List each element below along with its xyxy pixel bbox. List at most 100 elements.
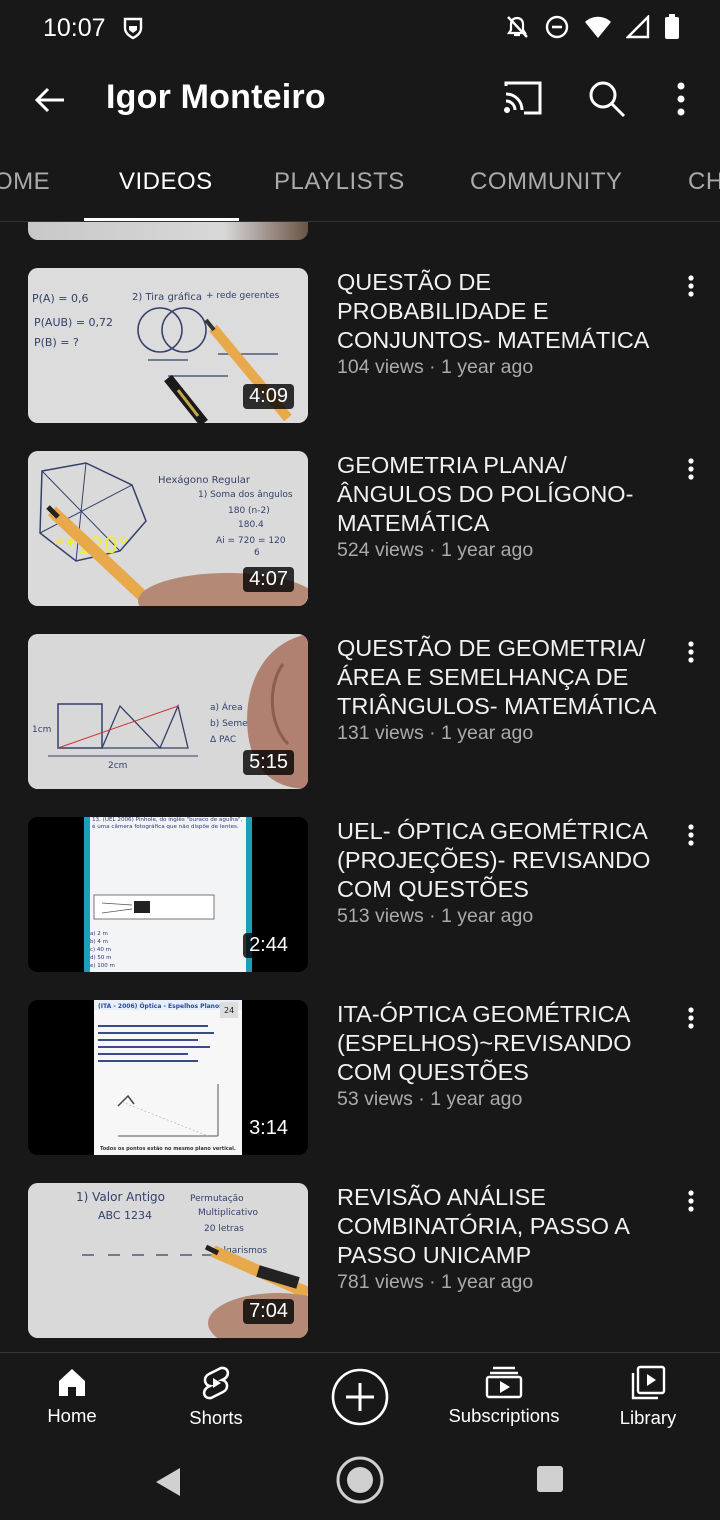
video-duration: 7:04 bbox=[243, 1299, 294, 1324]
nav-shorts-label: Shorts bbox=[189, 1407, 243, 1428]
video-thumbnail-partial[interactable] bbox=[28, 222, 308, 240]
video-title[interactable]: ITA-ÓPTICA GEOMÉTRICA (ESPELHOS)~REVISAN… bbox=[337, 1000, 667, 1087]
video-meta: 781 views · 1 year ago bbox=[337, 1271, 534, 1293]
thumb-text: 1) Valor Antigo bbox=[76, 1190, 165, 1204]
back-arrow-icon[interactable] bbox=[28, 78, 72, 122]
thumb-text: P(AUB) = 0,72 bbox=[34, 316, 113, 329]
thumb-text: + rede gerentes bbox=[206, 291, 280, 301]
nav-subscriptions-label: Subscriptions bbox=[448, 1405, 560, 1426]
thumb-text: Hexágono Regular bbox=[158, 474, 251, 486]
signal-icon bbox=[625, 14, 650, 44]
video-more-icon[interactable] bbox=[680, 274, 702, 298]
dnd-icon bbox=[544, 14, 570, 45]
video-thumbnail[interactable]: 1) Valor Antigo ABC 1234 Permutação Mult… bbox=[28, 1183, 308, 1338]
thumb-text: ABC 1234 bbox=[98, 1209, 152, 1222]
video-title[interactable]: QUESTÃO DE PROBABILIDADE E CONJUNTOS- MA… bbox=[337, 268, 667, 355]
channel-title: Igor Monteiro bbox=[106, 78, 326, 116]
status-bar: 10:07 bbox=[0, 0, 720, 56]
video-thumbnail[interactable]: P(A) = 0,6 P(AUB) = 0,72 P(B) = ? 2) Tir… bbox=[28, 268, 308, 423]
video-list: P(A) = 0,6 P(AUB) = 0,72 P(B) = ? 2) Tir… bbox=[0, 222, 720, 1352]
video-thumbnail[interactable]: (ITA - 2006) Óptica - Espelhos Planos 24… bbox=[28, 1000, 308, 1155]
video-more-icon[interactable] bbox=[680, 457, 702, 481]
status-time: 10:07 bbox=[43, 14, 106, 42]
thumb-text: P(A) = 0,6 bbox=[32, 292, 88, 305]
status-icons bbox=[504, 14, 680, 45]
video-more-icon[interactable] bbox=[680, 1189, 702, 1213]
video-title[interactable]: QUESTÃO DE GEOMETRIA/ ÁREA E SEMELHANÇA … bbox=[337, 634, 667, 721]
video-more-icon[interactable] bbox=[680, 1006, 702, 1030]
nav-subscriptions[interactable]: Subscriptions bbox=[434, 1365, 574, 1427]
video-item[interactable]: Hexágono Regular 1) Soma dos ângulos 180… bbox=[0, 451, 720, 611]
thumb-text: 24 bbox=[224, 1006, 234, 1015]
thumb-text: 2cm bbox=[108, 761, 127, 771]
cast-icon[interactable] bbox=[502, 80, 544, 121]
nav-shorts[interactable]: Shorts bbox=[146, 1365, 286, 1429]
video-title[interactable]: GEOMETRIA PLANA/ ÂNGULOS DO POLÍGONO- MA… bbox=[337, 451, 667, 538]
tab-videos[interactable]: VIDEOS bbox=[119, 168, 213, 196]
system-home-icon[interactable] bbox=[334, 1454, 386, 1511]
thumb-text: (ITA - 2006) Óptica - Espelhos Planos bbox=[98, 1003, 223, 1010]
video-item[interactable]: P(A) = 0,6 P(AUB) = 0,72 P(B) = ? 2) Tir… bbox=[0, 268, 720, 428]
shield-icon bbox=[122, 16, 144, 45]
video-title[interactable]: UEL- ÓPTICA GEOMÉTRICA (PROJEÇÕES)- REVI… bbox=[337, 817, 667, 904]
system-recents-icon[interactable] bbox=[536, 1465, 564, 1498]
thumb-text: 1cm bbox=[32, 725, 51, 735]
thumb-text: Ai = 720 = 120 bbox=[216, 536, 286, 546]
tab-community[interactable]: COMMUNITY bbox=[470, 168, 622, 196]
video-duration: 3:14 bbox=[243, 1116, 294, 1141]
thumb-text: c) 40 m bbox=[90, 947, 111, 953]
thumb-text: e) 100 m bbox=[90, 963, 115, 969]
thumb-text: Permutação bbox=[190, 1194, 244, 1204]
video-item[interactable]: 13. (UEL 2006) Pinhole, do inglês "burac… bbox=[0, 817, 720, 977]
thumb-text: 2) Tira gráfica bbox=[132, 291, 202, 303]
system-navigation-bar bbox=[0, 1444, 720, 1520]
video-item[interactable]: 1cm 2cm a) Área b) Semel. Δ PAC 5:15 QUE… bbox=[0, 634, 720, 794]
app-bar: Igor Monteiro bbox=[0, 56, 720, 144]
thumb-text: 6 bbox=[254, 548, 260, 558]
more-vert-icon[interactable] bbox=[666, 78, 696, 125]
tab-channels[interactable]: CH bbox=[688, 168, 720, 196]
thumb-text: Multiplicativo bbox=[198, 1208, 259, 1218]
system-back-icon[interactable] bbox=[154, 1466, 182, 1503]
video-title[interactable]: REVISÃO ANÁLISE COMBINATÓRIA, PASSO A PA… bbox=[337, 1183, 667, 1270]
subscriptions-icon bbox=[485, 1366, 523, 1399]
video-more-icon[interactable] bbox=[680, 640, 702, 664]
tab-home[interactable]: OME bbox=[0, 168, 50, 196]
thumb-text: d) 50 m bbox=[90, 955, 112, 961]
video-item[interactable]: (ITA - 2006) Óptica - Espelhos Planos 24… bbox=[0, 1000, 720, 1160]
nav-library-label: Library bbox=[619, 1407, 677, 1428]
bottom-navigation: Home Shorts Subscriptions Library bbox=[0, 1352, 720, 1444]
shorts-icon bbox=[202, 1366, 230, 1400]
mute-icon bbox=[504, 14, 530, 45]
thumb-text: 20 letras bbox=[204, 1224, 244, 1234]
video-thumbnail[interactable]: 13. (UEL 2006) Pinhole, do inglês "burac… bbox=[28, 817, 308, 972]
create-plus-icon bbox=[331, 1368, 389, 1426]
thumb-text: b) Semel. bbox=[210, 719, 253, 729]
nav-home[interactable]: Home bbox=[2, 1365, 142, 1427]
video-meta: 104 views · 1 year ago bbox=[337, 356, 534, 378]
nav-home-label: Home bbox=[47, 1405, 97, 1426]
thumb-text: b) 4 m bbox=[90, 939, 108, 945]
video-duration: 4:07 bbox=[243, 567, 294, 592]
video-duration: 4:09 bbox=[243, 384, 294, 409]
wifi-icon bbox=[584, 15, 612, 44]
thumb-text: a) Área bbox=[210, 701, 243, 713]
video-duration: 2:44 bbox=[243, 933, 294, 958]
thumb-text: 180.4 bbox=[238, 520, 264, 530]
video-duration: 5:15 bbox=[243, 750, 294, 775]
thumb-text: 13. (UEL 2006) Pinhole, do inglês "burac… bbox=[92, 817, 243, 830]
battery-icon bbox=[664, 14, 680, 45]
search-icon[interactable] bbox=[586, 78, 628, 125]
video-meta: 513 views · 1 year ago bbox=[337, 905, 534, 927]
nav-create[interactable] bbox=[290, 1367, 430, 1427]
thumb-text: 180 (n-2) bbox=[228, 506, 270, 516]
channel-tabs: OME VIDEOS PLAYLISTS COMMUNITY CH bbox=[0, 144, 720, 222]
video-thumbnail[interactable]: 1cm 2cm a) Área b) Semel. Δ PAC 5:15 bbox=[28, 634, 308, 789]
library-icon bbox=[631, 1365, 666, 1400]
nav-library[interactable]: Library bbox=[578, 1365, 718, 1429]
video-thumbnail[interactable]: Hexágono Regular 1) Soma dos ângulos 180… bbox=[28, 451, 308, 606]
video-more-icon[interactable] bbox=[680, 823, 702, 847]
video-item[interactable]: 1) Valor Antigo ABC 1234 Permutação Mult… bbox=[0, 1183, 720, 1343]
video-meta: 53 views · 1 year ago bbox=[337, 1088, 523, 1110]
tab-playlists[interactable]: PLAYLISTS bbox=[274, 168, 405, 196]
